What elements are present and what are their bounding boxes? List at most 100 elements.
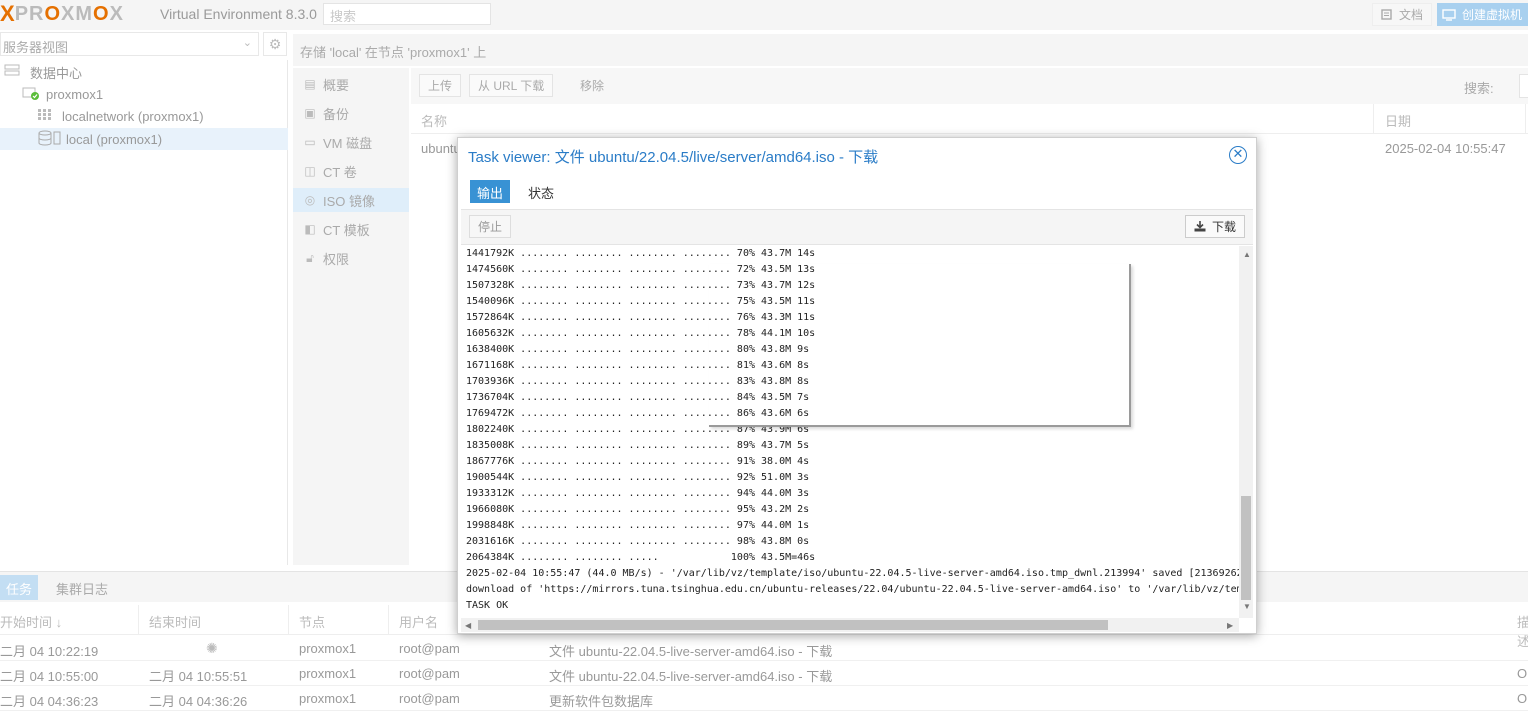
create-vm-label: 创建虚拟机 [1462, 8, 1523, 22]
storage-toolbar: 上传 从 URL 下载 移除 搜索: [411, 68, 1528, 104]
tab-cluster-log[interactable]: 集群日志 [50, 575, 114, 600]
top-header: X PROXMOX Virtual Environment 8.3.0 搜索 文… [0, 0, 1528, 30]
nav-item-iso-images[interactable]: ◎ ISO 镜像 [293, 188, 409, 212]
scroll-left-icon[interactable]: ◀ [465, 621, 471, 630]
tree-item-datacenter[interactable]: 数据中心 [4, 61, 288, 83]
summary-icon: ▤ [304, 77, 316, 91]
col-name-header[interactable]: 名称 [421, 111, 447, 130]
nav-item-summary[interactable]: ▤ 概要 [293, 72, 409, 96]
task-node: proxmox1 [299, 691, 357, 706]
nav-item-ct-templates[interactable]: ◧ CT 模板 [293, 217, 409, 241]
col-separator [1373, 104, 1374, 134]
tab-status[interactable]: 状态 [521, 180, 561, 203]
search-input[interactable]: 搜索 [323, 3, 491, 25]
task-node: proxmox1 [299, 641, 357, 656]
task-user: root@pam [399, 691, 460, 706]
tree-item-localnetwork[interactable]: localnetwork (proxmox1) [37, 105, 288, 127]
task-start: 二月 04 10:22:19 [0, 644, 99, 659]
task-user: root@pam [399, 666, 460, 681]
log-line: 1736704K ........ ........ ........ ....… [466, 392, 810, 403]
log-line: 1998848K ........ ........ ........ ....… [466, 520, 810, 531]
col-separator [388, 605, 389, 635]
download-button[interactable]: 下载 [1184, 215, 1245, 238]
tab-output[interactable]: 输出 [470, 180, 511, 203]
task-end: 二月 04 04:36:26 [149, 694, 248, 709]
log-line: 1507328K ........ ........ ........ ....… [466, 280, 816, 291]
download-from-url-button[interactable]: 从 URL 下载 [469, 74, 554, 97]
search-label: 搜索: [1464, 81, 1494, 96]
docs-button[interactable]: 文档 [1372, 3, 1433, 26]
proxmox-logo[interactable]: X PROXMOX [0, 1, 124, 26]
task-node: proxmox1 [299, 666, 357, 681]
log-line: 2064384K ........ ........ ..... 100% 43… [466, 552, 816, 563]
tab-tasks[interactable]: 任务 [0, 575, 39, 600]
col-node[interactable]: 节点 [299, 612, 325, 631]
book-icon [1381, 9, 1393, 20]
log-line: 1703936K ........ ........ ........ ....… [466, 376, 810, 387]
create-vm-button[interactable]: 创建虚拟机 [1437, 3, 1528, 26]
iso-grid-header: 名称 日期 [411, 104, 1528, 134]
col-date-header[interactable]: 日期 [1385, 111, 1411, 130]
log-line: download of 'https://mirrors.tuna.tsingh… [466, 584, 1253, 595]
nav-item-vm-disks[interactable]: ▭ VM 磁盘 [293, 130, 409, 154]
log-output[interactable]: 1441792K ........ ........ ........ ....… [461, 246, 1253, 633]
col-user[interactable]: 用户名 [399, 612, 438, 631]
scroll-up-icon[interactable]: ▲ [1243, 250, 1251, 259]
upload-button[interactable]: 上传 [419, 74, 462, 97]
log-line: 1769472K ........ ........ ........ ....… [466, 408, 810, 419]
monitor-icon [1442, 8, 1456, 21]
server-view-select[interactable]: 服务器视图 ⌄ [0, 32, 259, 56]
nav-item-backup[interactable]: ▣ 备份 [293, 101, 409, 125]
close-icon[interactable]: ✕ [1229, 146, 1247, 164]
nav-item-ct-volumes[interactable]: ◫ CT 卷 [293, 159, 409, 183]
log-line: 2025-02-04 10:55:47 (44.0 MB/s) - '/var/… [466, 568, 1253, 579]
log-line: 1671168K ........ ........ ........ ....… [466, 360, 810, 371]
tree-item-label: localnetwork (proxmox1) [62, 108, 204, 124]
stop-button[interactable]: 停止 [469, 215, 512, 238]
col-separator [288, 605, 289, 635]
tree-item-label: local (proxmox1) [66, 131, 163, 147]
version-label: Virtual Environment 8.3.0 [160, 6, 317, 22]
log-line: 1474560K ........ ........ ........ ....… [466, 264, 816, 275]
log-line: 1441792K ........ ........ ........ ....… [466, 248, 816, 259]
col-end-time[interactable]: 结束时间 [149, 612, 201, 631]
iso-icon: ◎ [304, 193, 316, 207]
task-user: root@pam [399, 641, 460, 656]
grid-search-input[interactable] [1519, 74, 1528, 98]
task-status: O [1517, 666, 1528, 681]
backup-icon: ▣ [304, 106, 316, 120]
tree-item-proxmox1[interactable]: proxmox1 [22, 83, 288, 105]
log-line: 1638400K ........ ........ ........ ....… [466, 344, 810, 355]
row-name: ubuntu [421, 141, 461, 156]
gear-icon[interactable]: ⚙ [263, 32, 287, 56]
task-viewer-dialog: Task viewer: 文件 ubuntu/22.04.5/live/serv… [457, 137, 1257, 634]
task-status: O [1517, 691, 1528, 706]
log-line: 1540096K ........ ........ ........ ....… [466, 296, 816, 307]
tree-item-local[interactable]: local (proxmox1) [0, 128, 288, 150]
permissions-icon: 🔓︎ [306, 250, 314, 265]
log-line: TASK OK [466, 600, 509, 611]
task-row[interactable]: 二月 04 10:22:19 ✺ proxmox1 root@pam 文件 ub… [0, 636, 1528, 661]
spinner-icon: ✺ [206, 640, 218, 656]
content-title: 存储 'local' 在节点 'proxmox1' 上 [293, 34, 1528, 66]
horizontal-scroll-thumb[interactable] [478, 620, 1108, 630]
task-end: 二月 04 10:55:51 [149, 669, 248, 684]
task-start: 二月 04 04:36:23 [0, 694, 99, 709]
task-desc: 更新软件包数据库 [549, 694, 654, 709]
node-icon [22, 86, 40, 103]
dialog-toolbar: 停止 下载 [461, 209, 1253, 245]
col-start-time[interactable]: 开始时间 ↓ [0, 612, 62, 631]
server-view-label: 服务器视图 [3, 40, 69, 55]
log-line: 1867776K ........ ........ ........ ....… [466, 456, 810, 467]
vertical-scroll-thumb[interactable] [1241, 496, 1251, 600]
task-row[interactable]: 二月 04 04:36:23 二月 04 04:36:26 proxmox1 r… [0, 686, 1528, 711]
chevron-down-icon: ⌄ [242, 37, 252, 49]
scroll-down-icon[interactable]: ▼ [1243, 602, 1251, 611]
scroll-right-icon[interactable]: ▶ [1227, 621, 1233, 630]
row-date: 2025-02-04 10:55:47 [1385, 141, 1506, 156]
remove-button[interactable]: 移除 [571, 74, 613, 97]
download-icon [1194, 221, 1206, 232]
nav-item-permissions[interactable]: 🔓︎ 权限 [293, 246, 409, 270]
task-row[interactable]: 二月 04 10:55:00 二月 04 10:55:51 proxmox1 r… [0, 661, 1528, 686]
vm-disk-icon: ▭ [304, 135, 316, 149]
